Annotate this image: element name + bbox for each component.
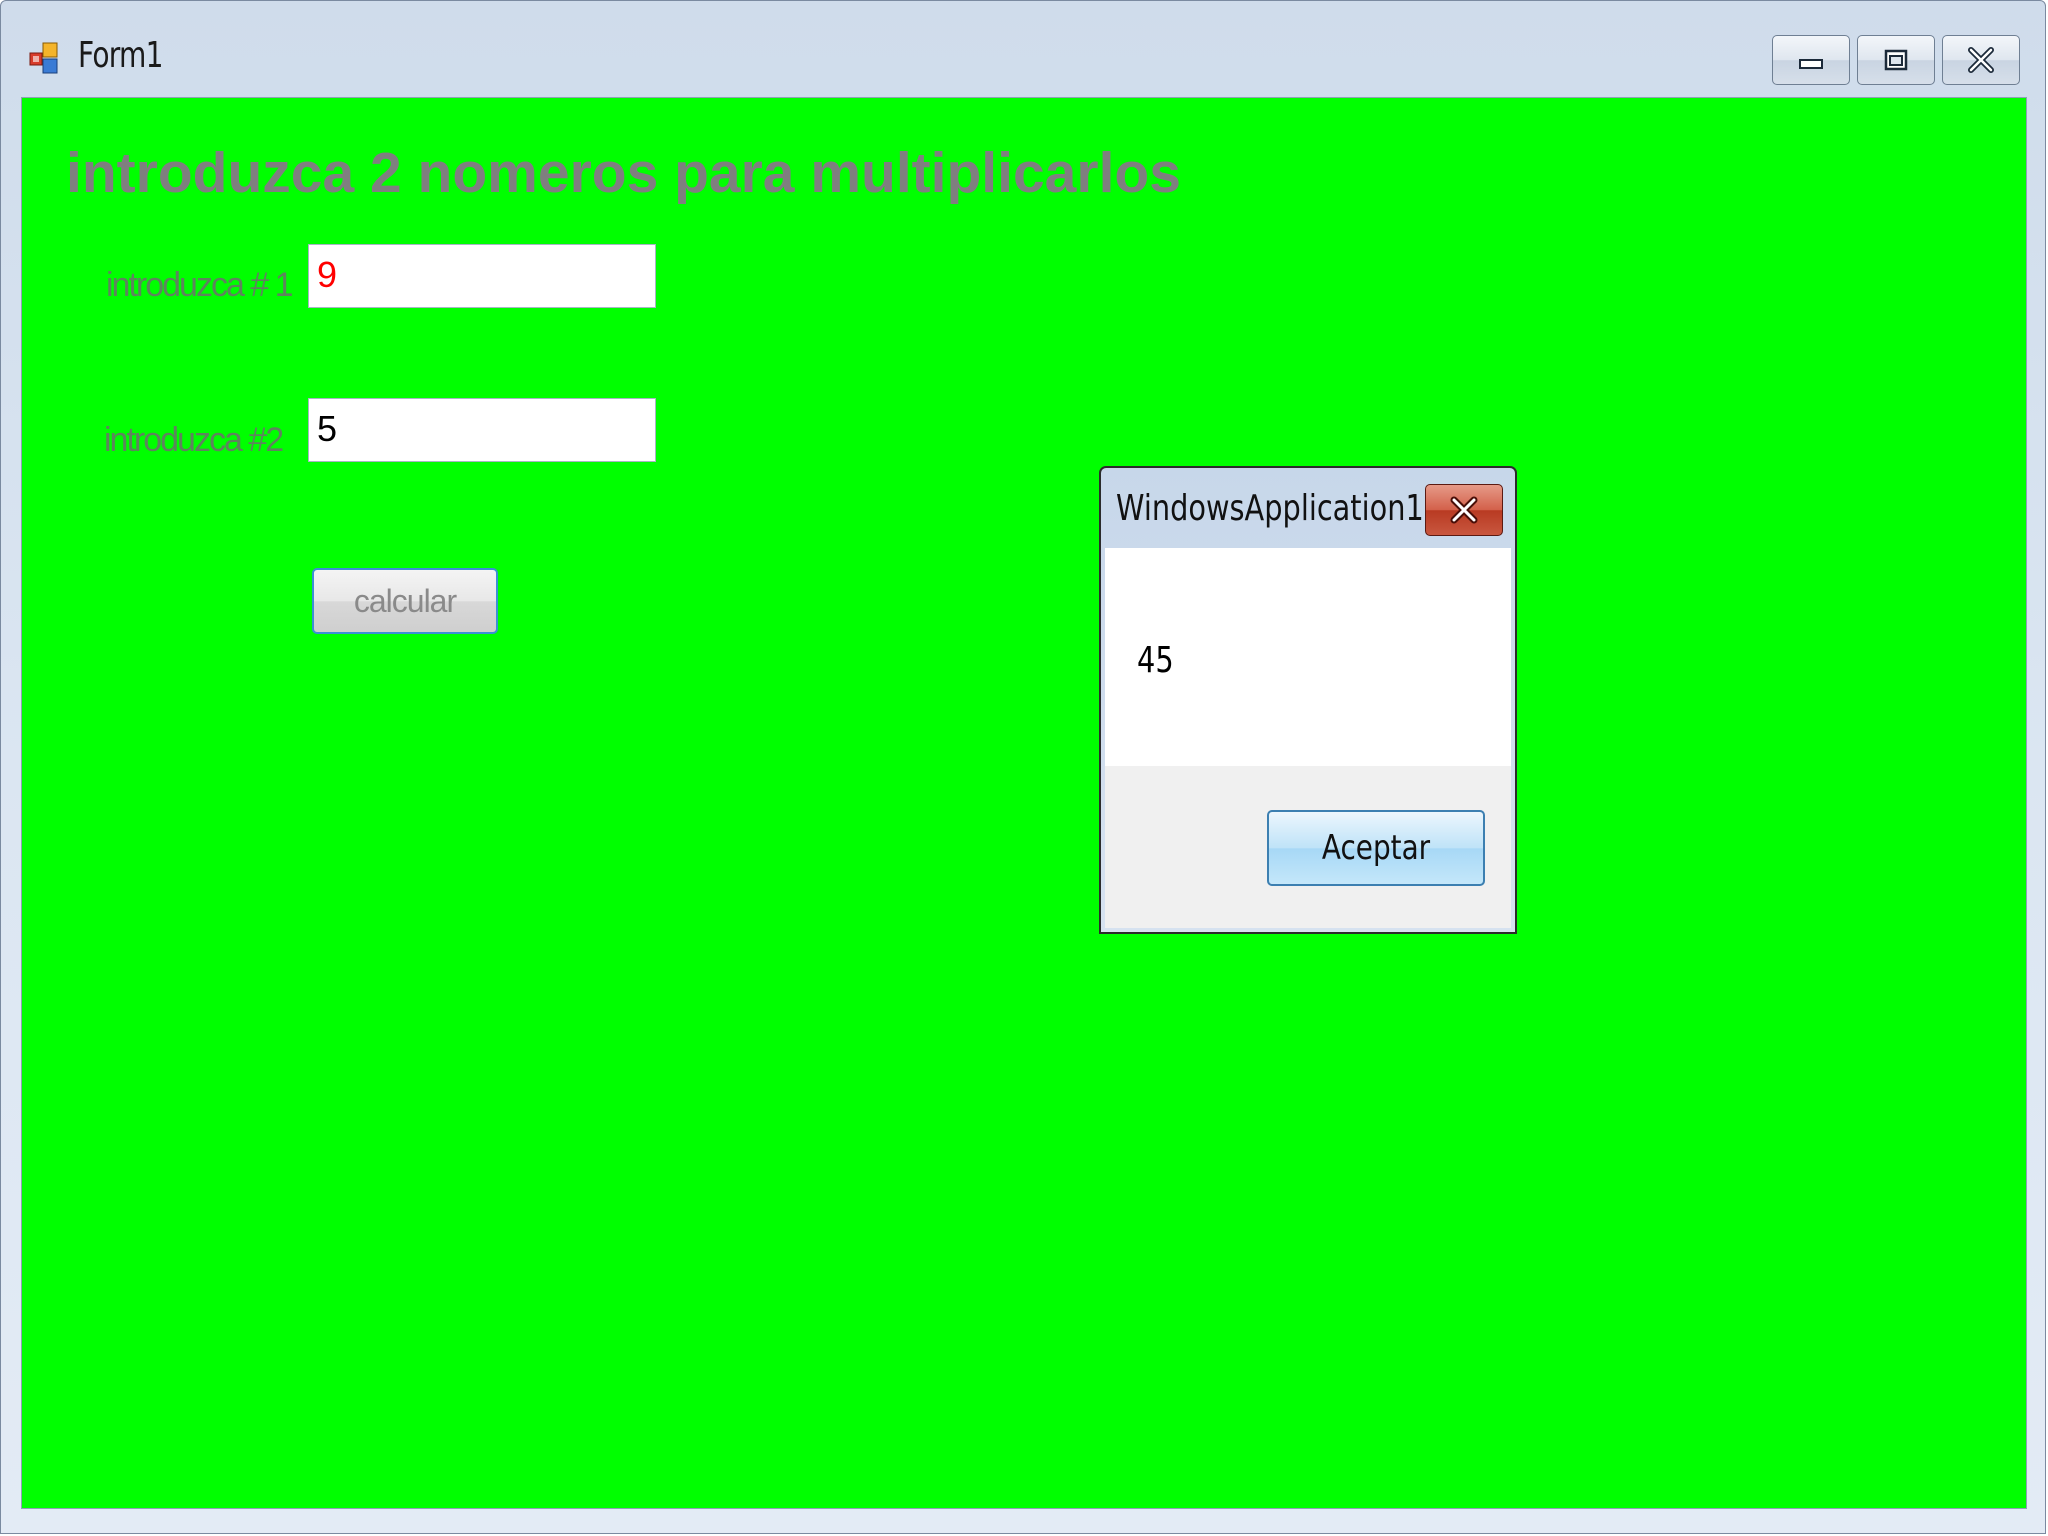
number-2-label: introduzca #2	[104, 421, 284, 459]
message-box-footer: Aceptar	[1105, 766, 1511, 928]
main-window: Form1 introduzca 2 nomeros para multipli…	[0, 0, 2046, 1534]
close-icon	[1966, 46, 1996, 74]
close-icon	[1448, 496, 1480, 524]
number-2-input[interactable]: 5	[308, 398, 656, 462]
message-box-dialog: WindowsApplication1 45 Aceptar	[1099, 466, 1517, 934]
maximize-button[interactable]	[1857, 35, 1935, 85]
form-heading: introduzca 2 nomeros para multiplicarlos	[66, 141, 1181, 205]
minimize-icon	[1798, 50, 1824, 70]
message-box-body: 45	[1105, 548, 1511, 766]
minimize-button[interactable]	[1772, 35, 1850, 85]
close-button[interactable]	[1942, 35, 2020, 85]
accept-button[interactable]: Aceptar	[1267, 810, 1485, 886]
message-box-text: 45	[1137, 640, 1174, 681]
number-1-input[interactable]: 9	[308, 244, 656, 308]
accept-button-label: Aceptar	[1321, 828, 1431, 868]
window-title: Form1	[78, 35, 163, 76]
calculate-button[interactable]: calcular	[312, 568, 498, 634]
message-box-title: WindowsApplication1	[1116, 488, 1424, 529]
number-1-label: introduzca # 1	[106, 266, 294, 304]
form-app-icon[interactable]	[29, 41, 65, 77]
message-box-close-button[interactable]	[1425, 484, 1503, 536]
form-client-area: introduzca 2 nomeros para multiplicarlos…	[21, 97, 2027, 1509]
title-bar[interactable]: Form1	[1, 1, 2045, 97]
maximize-icon	[1883, 48, 1909, 72]
